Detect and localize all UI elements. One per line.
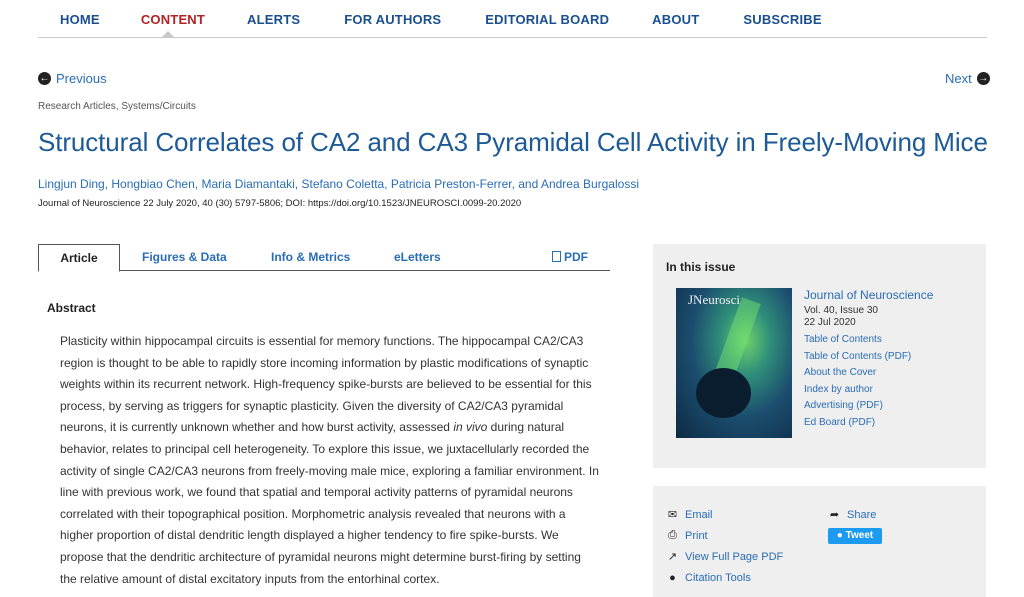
globe-icon: ●: [669, 572, 676, 584]
citation-tools-label: Citation Tools: [685, 572, 751, 584]
abstract-text-part2: during natural behavior, relates to prin…: [60, 420, 599, 586]
citation-tools[interactable]: ● Citation Tools: [666, 572, 751, 584]
in-this-issue-panel: In this issue JNeurosci Journal of Neuro…: [653, 244, 986, 468]
author-list[interactable]: Lingjun Ding, Hongbiao Chen, Maria Diama…: [38, 177, 639, 191]
nav-item-about[interactable]: ABOUT: [652, 12, 699, 27]
document-icon: [552, 251, 561, 262]
share-label: Share: [847, 508, 877, 521]
link-table-of-contents[interactable]: Table of Contents: [804, 332, 933, 349]
full-pdf-label: View Full Page PDF: [685, 550, 784, 563]
tweet-label: Tweet: [845, 530, 874, 541]
envelope-icon: ✉: [667, 509, 678, 521]
tab-article[interactable]: Article: [38, 244, 120, 272]
tab-info-metrics[interactable]: Info & Metrics: [271, 244, 350, 271]
email-label: Email: [685, 508, 713, 521]
link-table-of-contents-pdf[interactable]: Table of Contents (PDF): [804, 349, 933, 366]
tab-pdf-label: PDF: [564, 250, 588, 264]
previous-label: Previous: [56, 71, 107, 86]
nav-item-for-authors[interactable]: FOR AUTHORS: [344, 12, 441, 27]
nav-item-editorial-board[interactable]: EDITORIAL BOARD: [485, 12, 609, 27]
breadcrumb: Research Articles, Systems/Circuits: [38, 101, 196, 112]
email-tool[interactable]: ✉ Email: [666, 508, 713, 522]
nav-item-subscribe[interactable]: SUBSCRIBE: [743, 12, 821, 27]
issue-links: Journal of Neuroscience Vol. 40, Issue 3…: [804, 288, 933, 431]
article-tabs: Article Figures & Data Info & Metrics eL…: [38, 244, 610, 272]
print-label: Print: [685, 529, 708, 542]
issue-heading: In this issue: [666, 260, 736, 274]
share-tool[interactable]: ➦ Share: [828, 508, 877, 522]
tweet-button[interactable]: ● Tweet: [828, 528, 882, 544]
next-link[interactable]: Next →: [945, 71, 990, 86]
citation-line: Journal of Neuroscience 22 July 2020, 40…: [38, 198, 522, 209]
tab-pdf[interactable]: PDF: [552, 244, 588, 271]
issue-journal-link[interactable]: Journal of Neuroscience: [804, 288, 933, 302]
journal-cover-image[interactable]: JNeurosci: [676, 288, 792, 438]
article-tools-panel: ✉ Email ⎙ Print ↗ View Full Page PDF ● C…: [653, 486, 986, 597]
printer-icon: ⎙: [668, 529, 677, 541]
issue-date: 22 Jul 2020: [804, 317, 856, 328]
external-link-icon: ↗: [667, 551, 678, 563]
cover-decoration-dark: [696, 368, 751, 418]
abstract-heading: Abstract: [47, 301, 96, 315]
active-nav-indicator: [161, 31, 175, 38]
abstract-text: Plasticity within hippocampal circuits i…: [60, 331, 600, 590]
tab-eletters[interactable]: eLetters: [394, 244, 441, 271]
cover-masthead: JNeurosci: [688, 292, 740, 307]
share-arrow-icon: ➦: [829, 509, 840, 521]
nav-item-alerts[interactable]: ALERTS: [247, 12, 300, 27]
tab-figures-data[interactable]: Figures & Data: [142, 244, 227, 271]
abstract-italic: in vivo: [453, 420, 488, 435]
article-title: Structural Correlates of CA2 and CA3 Pyr…: [38, 127, 988, 157]
arrow-left-circle-icon: ←: [38, 72, 51, 85]
next-label: Next: [945, 71, 972, 86]
print-tool[interactable]: ⎙ Print: [666, 529, 708, 542]
link-index-by-author[interactable]: Index by author: [804, 382, 933, 399]
link-about-the-cover[interactable]: About the Cover: [804, 365, 933, 382]
full-pdf-tool[interactable]: ↗ View Full Page PDF: [666, 550, 784, 564]
nav-item-home[interactable]: HOME: [60, 12, 100, 27]
top-navigation: HOME CONTENT ALERTS FOR AUTHORS EDITORIA…: [38, 0, 987, 38]
link-ed-board-pdf[interactable]: Ed Board (PDF): [804, 415, 933, 432]
link-advertising-pdf[interactable]: Advertising (PDF): [804, 398, 933, 415]
arrow-right-circle-icon: →: [976, 72, 990, 85]
nav-item-content[interactable]: CONTENT: [141, 12, 205, 27]
previous-link[interactable]: ← Previous: [38, 71, 107, 86]
issue-volume: Vol. 40, Issue 30: [804, 305, 878, 316]
